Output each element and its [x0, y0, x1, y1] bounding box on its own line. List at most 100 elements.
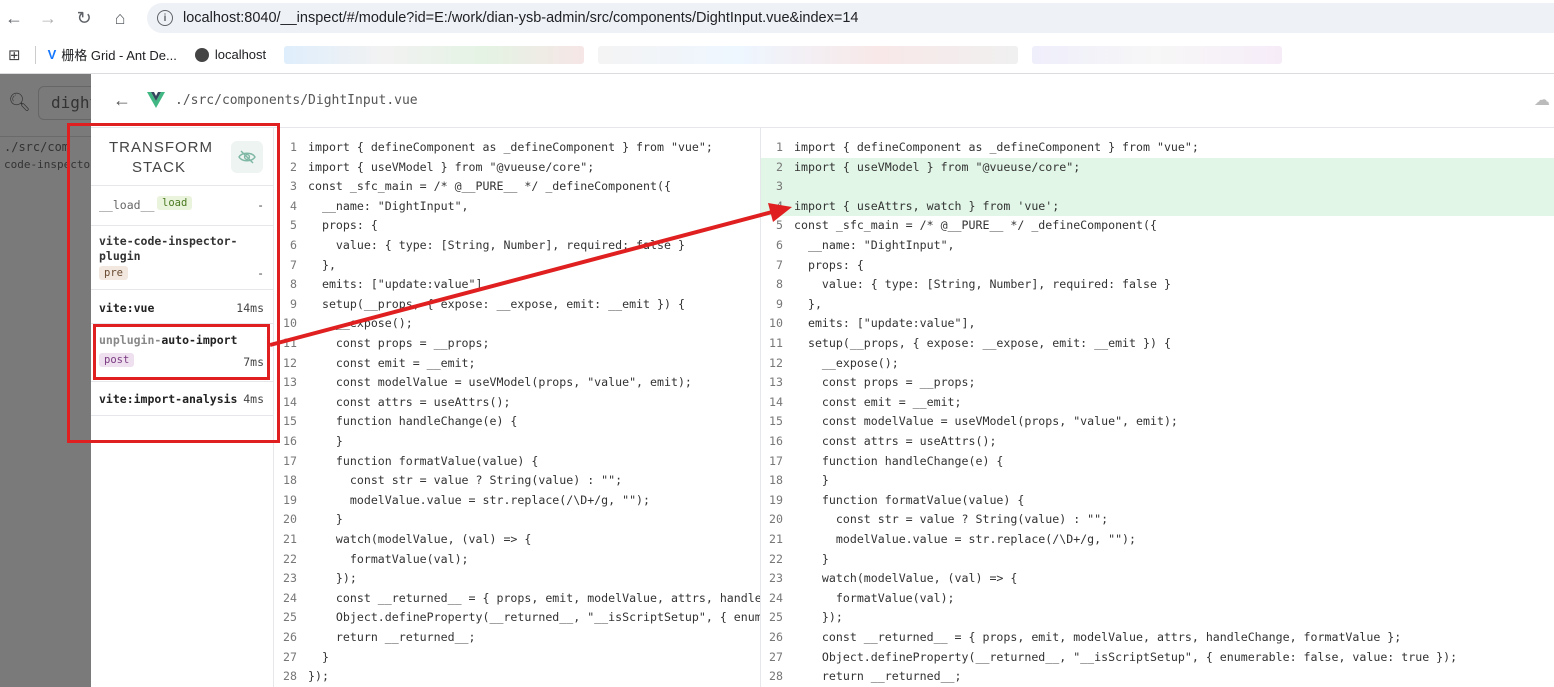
code-text: import { defineComponent as _defineCompo… [794, 140, 1199, 154]
line-number: 2 [776, 159, 783, 174]
code-text: const str = value ? String(value) : ""; [794, 512, 1109, 527]
module-header: ← ./src/components/DightInput.vue ☁ [91, 74, 1554, 128]
code-line: 9 }, [761, 295, 1554, 315]
cloud-icon[interactable]: ☁ [1534, 90, 1554, 110]
search-input[interactable]: dight [38, 86, 99, 120]
code-text: emits: ["update:value"], [308, 277, 490, 292]
line-number: 28 [769, 669, 783, 684]
blurred-bookmarks [1032, 45, 1283, 64]
code-line: 15 function handleChange(e) { [275, 412, 760, 432]
address-bar[interactable]: i localhost:8040/__inspect/#/module?id=E… [147, 3, 1554, 33]
code-text: modelValue.value = str.replace(/\D+/g, "… [308, 492, 651, 507]
line-number: 15 [769, 414, 783, 429]
code-text: formatValue(val); [794, 590, 955, 605]
bookmark-divider [34, 45, 36, 64]
code-line: 23 watch(modelValue, (val) => { [761, 569, 1554, 589]
code-text: __expose(); [308, 316, 413, 331]
code-line: 23 }); [275, 569, 760, 589]
code-text: emits: ["update:value"], [794, 316, 976, 331]
line-number: 28 [283, 669, 297, 684]
module-detail-panel: ← ./src/components/DightInput.vue ☁ TRAN… [91, 74, 1554, 687]
line-number: 12 [769, 355, 783, 370]
line-number: 11 [769, 336, 783, 350]
line-number: 24 [769, 590, 783, 605]
code-before-pane[interactable]: 1 import { defineComponent as _defineComp… [275, 128, 760, 687]
code-line: 24 formatValue(val); [761, 589, 1554, 609]
home-icon[interactable]: ⌂ [106, 4, 134, 32]
code-text: } [308, 512, 343, 527]
code-line: 7 props: { [761, 256, 1554, 276]
code-line: 12 const emit = __emit; [275, 354, 760, 374]
back-arrow-icon[interactable]: ← [113, 90, 131, 111]
site-info-icon[interactable]: i [157, 10, 173, 26]
code-line: 10 __expose(); [275, 314, 760, 334]
code-text: setup(__props, { expose: __expose, emit:… [308, 296, 685, 311]
code-text: const attrs = useAttrs(); [308, 394, 511, 409]
ant-design-icon: V [47, 47, 57, 62]
code-line: 11 const props = __props; [275, 334, 760, 354]
code-text: __name: "DightInput", [794, 238, 955, 252]
line-number: 23 [769, 571, 783, 586]
code-line: 22 formatValue(val); [275, 550, 760, 570]
code-line: 2 import { useVModel } from "@vueuse/core… [761, 157, 1554, 178]
apps-grid-icon[interactable]: ⊞ [8, 46, 21, 64]
code-line: 3 const _sfc_main = /* @__PURE__ */ _defi… [275, 177, 760, 197]
back-icon[interactable]: ← [0, 4, 28, 32]
code-line: 21 watch(modelValue, (val) => { [275, 530, 760, 550]
code-line: 11 setup(__props, { expose: __expose, em… [761, 334, 1554, 354]
line-number: 20 [769, 512, 783, 527]
code-text: }); [308, 669, 329, 684]
code-text: import { useAttrs, watch } from 'vue'; [794, 198, 1060, 213]
line-number: 21 [283, 532, 297, 546]
code-line: 5 const _sfc_main = /* @__PURE__ */ _defi… [761, 216, 1554, 236]
line-number: 19 [283, 492, 297, 507]
bookmark-ant-grid[interactable]: V 栅格 Grid - Ant De... [48, 45, 177, 64]
code-text: }); [794, 610, 843, 625]
code-text: }, [308, 257, 336, 272]
code-text: modelValue.value = str.replace(/\D+/g, "… [794, 532, 1137, 546]
forward-icon[interactable]: → [34, 4, 62, 32]
search-icon[interactable]: 🔍︎ [8, 92, 31, 114]
globe-icon [194, 47, 209, 62]
module-path: ./src/com [4, 140, 70, 154]
code-line: 17 function formatValue(value) { [275, 452, 760, 472]
code-text: }, [794, 296, 822, 311]
reload-icon[interactable]: ↻ [70, 4, 98, 32]
code-text: const _sfc_main = /* @__PURE__ */ _defin… [794, 218, 1157, 233]
code-text: formatValue(val); [308, 551, 469, 566]
line-number: 22 [769, 551, 783, 566]
code-line: 24 const __returned__ = { props, emit, m… [275, 589, 760, 609]
code-line: 14 const attrs = useAttrs(); [275, 393, 760, 413]
code-text: watch(modelValue, (val) => { [794, 571, 1018, 586]
code-text: } [794, 551, 829, 566]
code-text: function handleChange(e) { [794, 453, 1004, 468]
code-text: const _sfc_main = /* @__PURE__ */ _defin… [308, 179, 671, 194]
code-text: __name: "DightInput", [308, 198, 469, 213]
code-line: 8 value: { type: [String, Number], requi… [761, 275, 1554, 295]
line-number: 26 [769, 630, 783, 644]
code-text: } [308, 649, 329, 664]
code-text: const props = __props; [308, 336, 490, 350]
code-text: return __returned__; [794, 669, 962, 684]
code-text: }); [308, 571, 357, 586]
line-number: 1 [776, 140, 783, 154]
line-number: 6 [776, 238, 783, 252]
bookmark-localhost[interactable]: localhost [194, 47, 266, 62]
code-after-pane[interactable]: 1 import { defineComponent as _defineComp… [761, 128, 1554, 687]
code-line: 18 const str = value ? String(value) : "… [275, 471, 760, 491]
line-number: 18 [283, 473, 297, 488]
code-line: 14 const emit = __emit; [761, 393, 1554, 413]
line-number: 3 [776, 179, 783, 194]
code-line: 1 import { defineComponent as _defineComp… [275, 138, 760, 158]
code-line: 26 const __returned__ = { props, emit, m… [761, 628, 1554, 648]
code-line: 22 } [761, 550, 1554, 570]
blurred-bookmarks [284, 45, 585, 64]
line-number: 27 [769, 649, 783, 664]
line-number: 14 [769, 394, 783, 409]
code-text: value: { type: [String, Number], require… [794, 277, 1171, 292]
code-text: const __returned__ = { props, emit, mode… [335, 590, 760, 605]
browser-toolbar: ← → ↻ ⌂ i localhost:8040/__inspect/#/mod… [0, 0, 1554, 36]
bookmark-label: 栅格 Grid - Ant De... [61, 48, 177, 63]
code-line: 17 function handleChange(e) { [761, 452, 1554, 472]
line-number: 24 [283, 590, 297, 605]
